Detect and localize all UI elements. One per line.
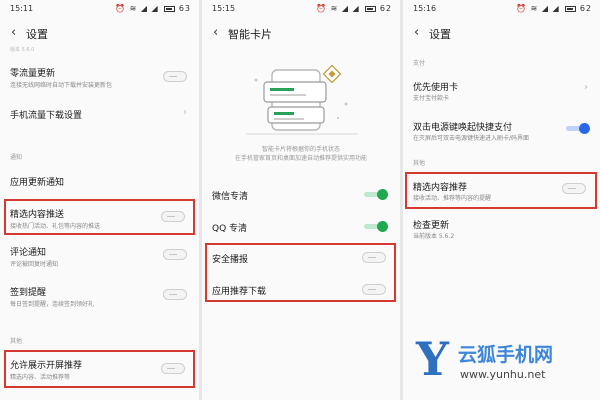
setting-double-click-pay[interactable]: 双击电源键唤起快捷支付 在灭屏后可双击电源键快速进入刷卡/码界面 <box>403 118 600 144</box>
setting-label: 检查更新 <box>413 221 450 231</box>
setting-preferred-card[interactable]: 优先使用卡 支付宝付款卡 › <box>403 78 600 104</box>
battery-level: 62 <box>579 4 592 13</box>
setting-check-update[interactable]: 检查更新 当前版本 5.6.2 <box>403 216 600 242</box>
status-icons: ⏰ ≋ ◢ ◢ <box>316 4 360 13</box>
setting-label: 精选内容推送 <box>10 210 65 220</box>
setting-qq-clean[interactable]: QQ 专清 <box>202 218 400 236</box>
setting-splash-recommend[interactable]: 允许展示开屏推荐 精选内容、活动推荐等 <box>0 356 199 382</box>
card-description-line: 在手机管家首页和桌面加速自动推荐提供实用功能 <box>234 155 367 162</box>
setting-description: 精选内容、活动推荐等 <box>10 374 71 381</box>
app-recommend-download-toggle[interactable] <box>362 284 386 295</box>
status-time: 15:15 <box>212 4 236 13</box>
double-click-pay-toggle[interactable] <box>566 123 590 134</box>
wechat-clean-toggle[interactable] <box>364 189 388 200</box>
setting-description: 接收活动、推荐等内容的提醒 <box>413 195 492 202</box>
setting-label: 手机流量下载设置 <box>10 111 83 121</box>
splash-recommend-toggle[interactable] <box>161 363 185 374</box>
back-icon[interactable]: ‹ <box>213 25 218 40</box>
status-bar: 15:11 ⏰ ≋ ◢ ◢ 63 <box>0 0 199 18</box>
setting-label: 签到提醒 <box>10 288 47 298</box>
nav-bar: ‹ 智能卡片 <box>202 24 400 44</box>
setting-description: 当前版本 5.6.2 <box>413 233 455 240</box>
setting-description: 连接无线网络时自动下载并安装更新包 <box>10 82 113 89</box>
smart-card-illustration <box>246 64 358 135</box>
qq-clean-toggle[interactable] <box>364 221 388 232</box>
status-icons: ⏰ ≋ ◢ ◢ <box>516 4 560 13</box>
security-broadcast-toggle[interactable] <box>362 252 386 263</box>
battery-level: 62 <box>379 4 392 13</box>
setting-wechat-clean[interactable]: 微信专清 <box>202 186 400 204</box>
status-time: 15:11 <box>10 4 34 13</box>
setting-description: 接收热门活动、礼包等内容的推送 <box>10 223 101 230</box>
page-title: 设置 <box>429 28 451 41</box>
setting-label: 微信专清 <box>212 192 249 202</box>
page-title: 智能卡片 <box>228 28 272 41</box>
comment-notify-toggle[interactable] <box>163 249 187 260</box>
watermark-url: www.yunhu.net <box>460 368 546 381</box>
section-header-notify: 通知 <box>10 154 23 161</box>
featured-recommend-toggle[interactable] <box>562 183 586 194</box>
battery-icon <box>164 5 176 12</box>
back-icon[interactable]: ‹ <box>414 25 419 40</box>
setting-zero-data-update[interactable]: 零流量更新 连接无线网络时自动下载并安装更新包 <box>0 64 199 94</box>
setting-featured-recommend[interactable]: 精选内容推荐 接收活动、推荐等内容的提醒 <box>403 178 600 204</box>
setting-checkin-reminder[interactable]: 签到提醒 每日签到提醒，连续签到领好礼 <box>0 283 199 309</box>
setting-label: 优先使用卡 <box>413 83 459 93</box>
section-header-other: 其他 <box>413 160 426 167</box>
watermark-brand: 云狐手机网 <box>458 344 554 366</box>
setting-app-recommend-download[interactable]: 应用推荐下载 <box>202 281 400 299</box>
battery-icon <box>565 5 577 12</box>
setting-label: 精选内容推荐 <box>413 183 468 193</box>
card-description-line: 智能卡片将根据你的手机状态 <box>261 146 340 153</box>
setting-label: 应用推荐下载 <box>212 287 267 297</box>
watermark: Y 云狐手机网 www.yunhu.net <box>416 332 594 398</box>
setting-label: 应用更新通知 <box>10 178 65 188</box>
setting-description: 支付宝付款卡 <box>413 95 450 102</box>
zero-data-update-toggle[interactable] <box>163 71 187 82</box>
setting-label: 双击电源键唤起快捷支付 <box>413 123 513 133</box>
setting-description: 每日签到提醒，连续签到领好礼 <box>10 301 95 308</box>
battery-icon <box>365 5 377 12</box>
back-icon[interactable]: ‹ <box>11 25 16 40</box>
chevron-right-icon: › <box>584 82 588 93</box>
section-header-pay: 支付 <box>413 60 426 67</box>
setting-label: 安全播报 <box>212 255 249 265</box>
status-icons: ⏰ ≋ ◢ ◢ <box>115 4 159 13</box>
checkin-reminder-toggle[interactable] <box>163 289 187 300</box>
setting-mobile-data-download[interactable]: 手机流量下载设置 › <box>0 106 199 124</box>
setting-app-update-notify[interactable]: 应用更新通知 <box>0 173 199 191</box>
setting-label: 零流量更新 <box>10 69 56 79</box>
chevron-right-icon: › <box>183 107 187 118</box>
battery-level: 63 <box>178 4 191 13</box>
status-bar: 15:16 ⏰ ≋ ◢ ◢ 62 <box>403 0 600 18</box>
setting-comment-notify[interactable]: 评论通知 评论被回复时通知 <box>0 243 199 269</box>
section-header-other: 其他 <box>10 338 23 345</box>
setting-label: 允许展示开屏推荐 <box>10 361 83 371</box>
status-bar: 15:15 ⏰ ≋ ◢ ◢ 62 <box>202 0 400 18</box>
smart-card-screen: 15:15 ⏰ ≋ ◢ ◢ 62 ‹ 智能卡片 智能卡片将根据你的手机状态 在手… <box>202 0 400 400</box>
setting-label: QQ 专清 <box>212 224 248 234</box>
setting-label: 评论通知 <box>10 248 47 258</box>
featured-push-toggle[interactable] <box>161 211 185 222</box>
setting-description: 评论被回复时通知 <box>10 261 59 268</box>
setting-featured-push[interactable]: 精选内容推送 接收热门活动、礼包等内容的推送 <box>0 205 199 231</box>
watermark-logo: Y <box>416 332 449 386</box>
status-time: 15:16 <box>413 4 437 13</box>
settings-screen-left: 15:11 ⏰ ≋ ◢ ◢ 63 ‹ 设置 版本 5.6.0 零流量更新 连接无… <box>0 0 199 400</box>
nav-bar: ‹ 设置 <box>0 24 199 44</box>
version-text: 版本 5.6.0 <box>10 47 35 53</box>
page-title: 设置 <box>26 28 48 41</box>
setting-security-broadcast[interactable]: 安全播报 <box>202 249 400 267</box>
setting-description: 在灭屏后可双击电源键快速进入刷卡/码界面 <box>413 135 530 142</box>
nav-bar: ‹ 设置 <box>403 24 600 44</box>
